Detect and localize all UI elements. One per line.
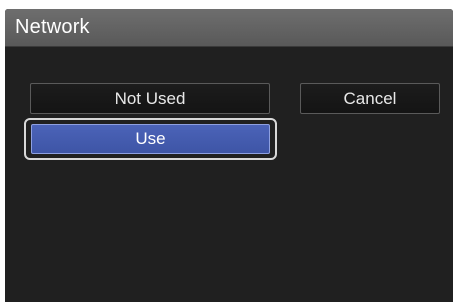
dialog-titlebar: Network: [5, 9, 453, 47]
dialog-title: Network: [15, 16, 90, 38]
use-button-focus-ring: Use: [24, 118, 277, 160]
not-used-button[interactable]: Not Used: [30, 83, 270, 114]
network-dialog: Network Not Used Cancel Use: [5, 9, 453, 302]
cancel-button[interactable]: Cancel: [300, 83, 440, 114]
use-button[interactable]: Use: [31, 124, 270, 154]
